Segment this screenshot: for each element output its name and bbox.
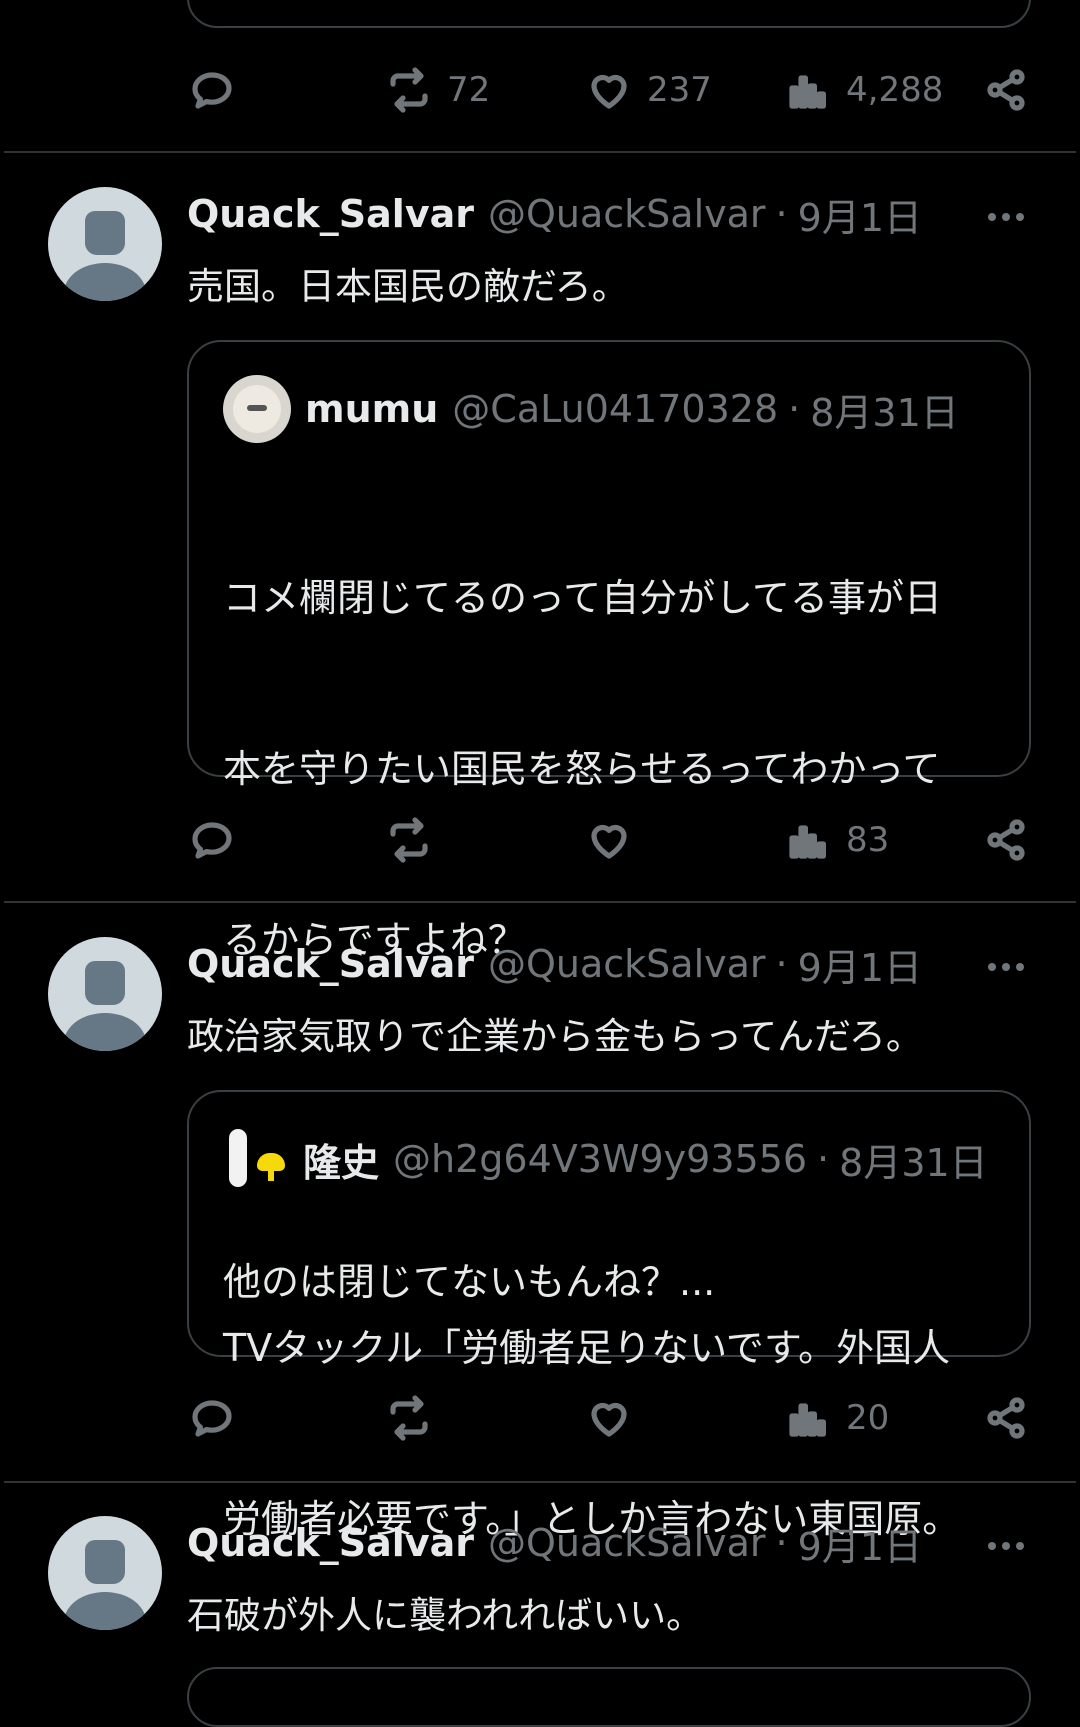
more-icon[interactable] — [982, 197, 1030, 237]
share-icon — [987, 69, 1025, 111]
like-button[interactable] — [585, 810, 633, 870]
separator: · — [817, 1137, 830, 1181]
tweet-header: Quack_Salvar @QuackSalvar · 9月1日 — [187, 937, 922, 992]
like-button[interactable]: 237 — [585, 60, 712, 120]
views-count: 83 — [846, 820, 890, 860]
views-button[interactable]: 83 — [784, 810, 889, 870]
user-handle[interactable]: @QuackSalvar — [488, 1521, 766, 1565]
display-name[interactable]: Quack_Salvar — [187, 192, 474, 236]
tweet-actions: 83 — [0, 810, 1080, 870]
like-count: 237 — [647, 70, 712, 110]
reply-button[interactable] — [188, 810, 236, 870]
retweet-button[interactable]: 72 — [385, 60, 490, 120]
share-button[interactable] — [982, 1388, 1030, 1448]
reply-icon — [192, 1400, 232, 1437]
share-icon — [987, 819, 1025, 861]
quote-date: 8月31日 — [810, 390, 959, 435]
retweet-button[interactable] — [385, 810, 433, 870]
display-name[interactable]: Quack_Salvar — [187, 942, 474, 986]
heart-icon — [591, 74, 627, 109]
quote-avatar — [223, 1125, 289, 1193]
tweet-divider — [4, 901, 1076, 903]
quote-user-handle: @CaLu04170328 — [452, 387, 779, 431]
views-icon — [789, 75, 827, 109]
separator: · — [775, 192, 788, 236]
separator: · — [775, 942, 788, 986]
reply-button[interactable] — [188, 60, 236, 120]
heart-icon — [591, 824, 627, 859]
tweet-text: 石破が外人に襲われればいい。 — [187, 1594, 704, 1637]
tweet-header: Quack_Salvar @QuackSalvar · 9月1日 — [187, 1516, 922, 1571]
user-handle[interactable]: @QuackSalvar — [488, 942, 766, 986]
quote-line: 本を守りたい国民を怒らせるってわかって — [223, 747, 941, 791]
views-icon — [789, 825, 827, 859]
quote-header: 隆史 @h2g64V3W9y93556 · 8月31日 — [223, 1125, 988, 1193]
separator: · — [775, 1521, 788, 1565]
separator: · — [788, 387, 801, 431]
previous-tweet-actions: 72 237 4,288 — [0, 60, 1080, 120]
tweet-text: 政治家気取りで企業から金もらってんだろ。 — [187, 1015, 923, 1058]
views-button[interactable]: 20 — [784, 1388, 889, 1448]
tweet-date[interactable]: 9月1日 — [798, 937, 922, 992]
views-button[interactable]: 4,288 — [784, 60, 943, 120]
tweet-divider — [4, 1481, 1076, 1483]
retweet-button[interactable] — [385, 1388, 433, 1448]
next-quote-card[interactable] — [187, 1667, 1031, 1727]
previous-quote-card[interactable] — [187, 0, 1031, 28]
retweet-count: 72 — [447, 70, 491, 110]
quote-tweet-card[interactable]: 隆史 @h2g64V3W9y93556 · 8月31日 TVタックル「労働者足り… — [187, 1090, 1031, 1541]
quote-line: TVタックル「労働者足りないです。外国人 — [223, 1326, 951, 1370]
tweet-actions: 20 — [0, 1388, 1080, 1448]
quote-line: コメ欄閉じてるのって自分がしてる事が日 — [223, 576, 942, 620]
quote-tweet-card[interactable]: mumu @CaLu04170328 · 8月31日 コメ欄閉じてるのって自分が… — [187, 340, 1031, 1304]
retweet-icon — [390, 67, 428, 113]
quote-date: 8月31日 — [839, 1140, 988, 1185]
heart-icon — [591, 1402, 627, 1437]
quote-avatar — [223, 375, 291, 443]
share-icon — [987, 1397, 1025, 1439]
views-count: 4,288 — [846, 70, 944, 110]
tweet-date[interactable]: 9月1日 — [798, 1516, 922, 1571]
reply-icon — [192, 822, 232, 859]
reply-icon — [192, 72, 232, 109]
more-icon[interactable] — [982, 947, 1030, 987]
tweet-text: 売国。日本国民の敵だろ。 — [187, 265, 629, 308]
retweet-icon — [390, 1395, 428, 1441]
avatar[interactable] — [48, 187, 162, 301]
quote-display-name: 隆史 — [303, 1140, 380, 1185]
share-button[interactable] — [982, 810, 1030, 870]
tweet-divider — [4, 151, 1076, 153]
share-button[interactable] — [982, 60, 1030, 120]
views-icon — [789, 1403, 827, 1437]
quote-display-name: mumu — [305, 387, 439, 431]
reply-button[interactable] — [188, 1388, 236, 1448]
quote-header: mumu @CaLu04170328 · 8月31日 — [223, 375, 959, 443]
display-name[interactable]: Quack_Salvar — [187, 1521, 474, 1565]
retweet-icon — [390, 817, 428, 863]
tweet-date[interactable]: 9月1日 — [798, 187, 922, 242]
avatar[interactable] — [48, 1516, 162, 1630]
tweet-header: Quack_Salvar @QuackSalvar · 9月1日 — [187, 187, 922, 242]
quote-user-handle: @h2g64V3W9y93556 — [393, 1137, 808, 1181]
more-icon[interactable] — [982, 1526, 1030, 1566]
avatar[interactable] — [48, 937, 162, 1051]
views-count: 20 — [846, 1398, 890, 1438]
user-handle[interactable]: @QuackSalvar — [488, 192, 766, 236]
like-button[interactable] — [585, 1388, 633, 1448]
